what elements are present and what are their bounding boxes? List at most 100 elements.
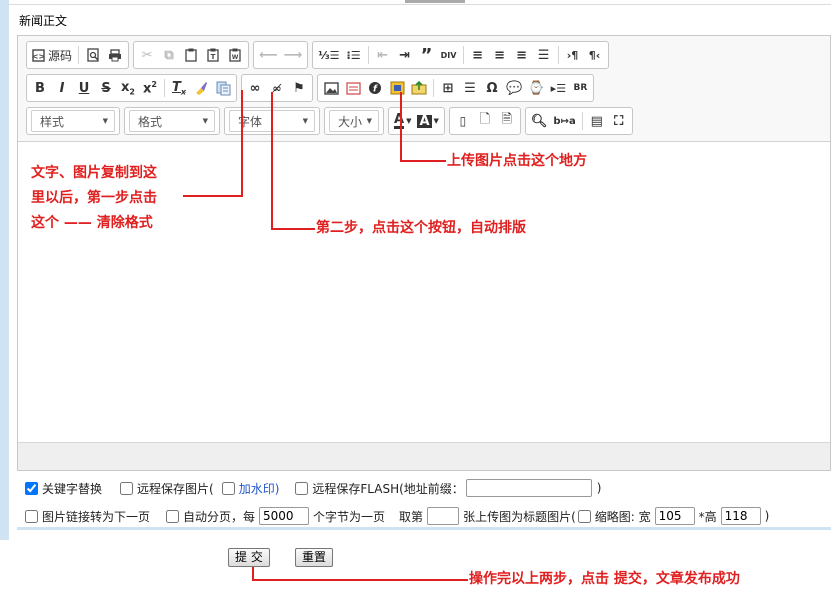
bold-icon: B <box>35 80 45 96</box>
reset-button[interactable]: 重置 <box>295 548 334 567</box>
new-page-button[interactable]: 🗋 <box>474 110 496 132</box>
paging-button[interactable]: BR <box>569 77 591 99</box>
outdent-button[interactable]: ⇤ <box>372 44 394 66</box>
paste-button[interactable] <box>180 44 202 66</box>
paste-text-button[interactable]: T <box>202 44 224 66</box>
styles-dropdown[interactable]: 样式 ▼ <box>31 110 115 132</box>
toolbar-row-1: <> 源码 ✂ ⧉ T W ⟵ ⟶ ⅓☰ ⁝☰ ⇤ ⇥ ” DIV ≡ ≡ ≡ … <box>26 41 609 69</box>
separator <box>462 46 464 64</box>
undo-arrow-icon: ⟵ <box>259 47 278 63</box>
align-justify-button[interactable]: ☰ <box>533 44 555 66</box>
toolbar-row-2: B I U S x2 x2 Tx ∞ ∞̸ ⚑ f ⊞ ☰ Ω 💬 ⌚ ▸☰ B… <box>26 74 595 102</box>
italic-button[interactable]: I <box>51 77 73 99</box>
history-group: ⟵ ⟶ <box>253 41 309 69</box>
paste-word-button[interactable]: W <box>224 44 246 66</box>
title-image-index-input[interactable] <box>427 507 460 525</box>
blockquote-icon: ” <box>420 44 433 66</box>
annotation-arrow-line <box>400 160 446 162</box>
remote-save-images-checkbox[interactable] <box>120 481 134 495</box>
link-button[interactable]: ∞ <box>244 77 266 99</box>
thumbnail-checkbox[interactable] <box>577 509 591 523</box>
bulleted-list-icon: ⁝☰ <box>346 48 361 62</box>
blockquote-button[interactable]: ” <box>416 44 438 66</box>
templates-button[interactable]: ▯ <box>452 110 474 132</box>
paste-icon <box>185 48 197 62</box>
undo-button[interactable]: ⟵ <box>256 44 281 66</box>
clean-format-button[interactable] <box>190 77 212 99</box>
print-button[interactable] <box>104 44 126 66</box>
underline-button[interactable]: U <box>73 77 95 99</box>
close-paren: ) <box>596 481 602 495</box>
remote-save-flash-checkbox[interactable] <box>295 481 309 495</box>
auto-typeset-button[interactable] <box>212 77 234 99</box>
numbered-list-button[interactable]: ⅓☰ <box>315 44 342 66</box>
submit-annotation: 操作完以上两步，点击 提交，文章发布成功 <box>469 571 740 587</box>
copy-icon: ⧉ <box>164 47 174 63</box>
watermark-checkbox[interactable] <box>221 481 235 495</box>
submit-button[interactable]: 提 交 <box>228 548 270 567</box>
thumbnail-label: 缩略图: 宽 <box>594 509 651 524</box>
step1-annotation-line3: 这个 —— 清除格式 <box>31 215 153 231</box>
size-combo-group: 大小 ▼ <box>324 107 384 135</box>
bg-color-button[interactable]: A ▼ <box>414 110 441 132</box>
size-dropdown[interactable]: 大小 ▼ <box>329 110 379 132</box>
preview-button[interactable] <box>82 44 104 66</box>
redo-button[interactable]: ⟶ <box>281 44 306 66</box>
page-break-button[interactable]: ▸☰ <box>547 77 569 99</box>
link-next-page-checkbox[interactable] <box>25 509 38 523</box>
horizontal-rule-icon: ☰ <box>464 80 476 96</box>
thumb-width-input[interactable] <box>654 507 695 525</box>
clock-button[interactable]: ⌚ <box>525 77 547 99</box>
maximize-button[interactable]: ⛶ <box>608 110 630 132</box>
smiley-button[interactable]: 💬 <box>503 77 525 99</box>
table-button[interactable]: ⊞ <box>437 77 459 99</box>
keyword-replace-checkbox[interactable] <box>25 481 38 495</box>
chevron-down-icon: ▼ <box>433 117 439 125</box>
format-dropdown[interactable]: 格式 ▼ <box>129 110 215 132</box>
image-upload-button[interactable] <box>320 77 342 99</box>
chars-per-page-input[interactable] <box>259 507 310 525</box>
thumb-height-input[interactable] <box>720 507 761 525</box>
indent-button[interactable]: ⇥ <box>394 44 416 66</box>
copy-button[interactable]: ⧉ <box>158 44 180 66</box>
indent-icon: ⇥ <box>399 47 410 63</box>
align-center-button[interactable]: ≡ <box>489 44 511 66</box>
upload-annotation: 上传图片点击这个地方 <box>447 153 587 169</box>
document-properties-button[interactable]: 🗎 <box>496 110 518 132</box>
left-stripe <box>0 0 9 540</box>
media-button[interactable] <box>386 77 408 99</box>
source-button[interactable]: <> 源码 <box>29 44 75 66</box>
rtl-button[interactable]: ¶‹ <box>584 44 606 66</box>
find-button[interactable]: 🔍︎ <box>528 110 551 132</box>
align-left-button[interactable]: ≡ <box>467 44 489 66</box>
form-button[interactable] <box>342 77 364 99</box>
strike-button[interactable]: S <box>95 77 117 99</box>
create-div-button[interactable]: DIV <box>438 44 460 66</box>
superscript-button[interactable]: x2 <box>139 77 161 99</box>
show-blocks-button[interactable]: ▤ <box>586 110 608 132</box>
horizontal-rule-button[interactable]: ☰ <box>459 77 481 99</box>
special-char-button[interactable]: Ω <box>481 77 503 99</box>
replace-button[interactable]: b↦a <box>550 110 578 132</box>
subscript-button[interactable]: x2 <box>117 77 139 99</box>
bulleted-list-button[interactable]: ⁝☰ <box>343 44 365 66</box>
flash-button[interactable]: f <box>364 77 386 99</box>
remove-format-button[interactable]: Tx <box>168 77 190 99</box>
align-center-icon: ≡ <box>494 47 505 63</box>
link-icon: ∞ <box>249 80 261 96</box>
cut-button[interactable]: ✂ <box>136 44 158 66</box>
source-label: 源码 <box>48 48 73 63</box>
auto-paging-checkbox[interactable] <box>166 509 180 523</box>
bold-button[interactable]: B <box>29 77 51 99</box>
unlink-button[interactable]: ∞̸ <box>266 77 288 99</box>
editor-status-bar <box>18 442 830 470</box>
ltr-button[interactable]: ›¶ <box>562 44 584 66</box>
flash-prefix-input[interactable] <box>465 479 592 497</box>
italic-icon: I <box>59 80 65 96</box>
list-align-group: ⅓☰ ⁝☰ ⇤ ⇥ ” DIV ≡ ≡ ≡ ☰ ›¶ ¶‹ <box>312 41 609 69</box>
text-color-button[interactable]: A▼ <box>391 110 414 132</box>
attachment-button[interactable] <box>408 77 430 99</box>
separator <box>581 112 583 130</box>
align-right-button[interactable]: ≡ <box>511 44 533 66</box>
anchor-button[interactable]: ⚑ <box>288 77 310 99</box>
